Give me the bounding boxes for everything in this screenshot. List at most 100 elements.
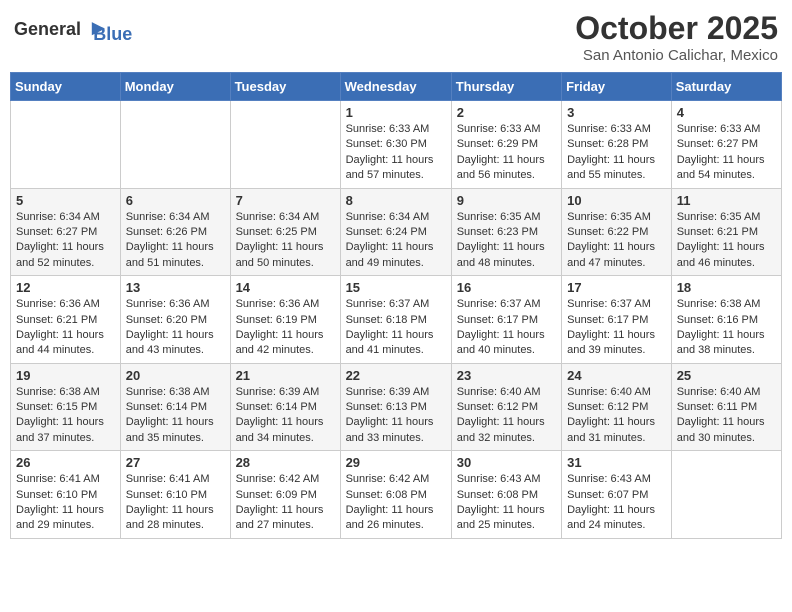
page-header: General ► Blue October 2025 San Antonio … bbox=[10, 10, 782, 64]
calendar-day-header: Sunday bbox=[11, 73, 121, 101]
calendar-week-row: 12 Sunrise: 6:36 AMSunset: 6:21 PMDayligh… bbox=[11, 276, 782, 364]
calendar-day-header: Monday bbox=[120, 73, 230, 101]
calendar-day-cell: 16Sunrise: 6:37 AMSunset: 6:17 PMDayligh… bbox=[451, 276, 561, 364]
day-info: Sunrise: 6:34 AMSunset: 6:25 PMDaylight:… bbox=[236, 210, 335, 272]
day-info: Sunrise: 6:36 AMSunset: 6:19 PMDaylight:… bbox=[236, 297, 335, 359]
calendar-day-cell: 27Sunrise: 6:41 AMSunset: 6:10 PMDayligh… bbox=[120, 451, 230, 539]
location-title: San Antonio Calichar, Mexico bbox=[575, 47, 778, 64]
calendar-day-header: Wednesday bbox=[340, 73, 451, 101]
calendar-day-header: Friday bbox=[562, 73, 672, 101]
calendar-day-cell: 11 Sunrise: 6:35 AMSunset: 6:21 PMDayligh… bbox=[671, 188, 781, 276]
day-info: Sunrise: 6:34 AMSunset: 6:26 PMDaylight:… bbox=[126, 210, 225, 272]
day-number: 15 bbox=[346, 280, 446, 295]
day-info: Sunrise: 6:37 AMSunset: 6:17 PMDaylight:… bbox=[567, 297, 666, 359]
day-info: Sunrise: 6:33 AMSunset: 6:28 PMDaylight:… bbox=[567, 122, 666, 184]
day-number: 1 bbox=[346, 105, 446, 120]
day-number: 27 bbox=[126, 455, 225, 470]
day-number: 14 bbox=[236, 280, 335, 295]
day-info: Sunrise: 6:40 AMSunset: 6:11 PMDaylight:… bbox=[677, 385, 776, 447]
calendar-week-row: 19 Sunrise: 6:38 AMSunset: 6:15 PMDayligh… bbox=[11, 363, 782, 451]
calendar-week-row: 1 Sunrise: 6:33 AMSunset: 6:30 PMDaylight… bbox=[11, 101, 782, 189]
day-info: Sunrise: 6:38 AMSunset: 6:16 PMDaylight:… bbox=[677, 297, 776, 359]
calendar-day-cell: 4 Sunrise: 6:33 AMSunset: 6:27 PMDaylight… bbox=[671, 101, 781, 189]
day-info: Sunrise: 6:41 AMSunset: 6:10 PMDaylight:… bbox=[16, 472, 115, 534]
calendar-day-cell: 25 Sunrise: 6:40 AMSunset: 6:11 PMDayligh… bbox=[671, 363, 781, 451]
calendar-day-cell bbox=[11, 101, 121, 189]
day-info: Sunrise: 6:43 AMSunset: 6:08 PMDaylight:… bbox=[457, 472, 556, 534]
logo-general: General bbox=[14, 19, 81, 39]
day-number: 25 bbox=[677, 368, 776, 383]
calendar-week-row: 5 Sunrise: 6:34 AMSunset: 6:27 PMDaylight… bbox=[11, 188, 782, 276]
day-info: Sunrise: 6:42 AMSunset: 6:09 PMDaylight:… bbox=[236, 472, 335, 534]
calendar-week-row: 26 Sunrise: 6:41 AMSunset: 6:10 PMDayligh… bbox=[11, 451, 782, 539]
day-number: 23 bbox=[457, 368, 556, 383]
calendar-day-cell: 9 Sunrise: 6:35 AMSunset: 6:23 PMDaylight… bbox=[451, 188, 561, 276]
day-info: Sunrise: 6:38 AMSunset: 6:14 PMDaylight:… bbox=[126, 385, 225, 447]
calendar-day-cell: 31 Sunrise: 6:43 AMSunset: 6:07 PMDayligh… bbox=[562, 451, 672, 539]
day-info: Sunrise: 6:40 AMSunset: 6:12 PMDaylight:… bbox=[567, 385, 666, 447]
calendar-day-cell: 14 Sunrise: 6:36 AMSunset: 6:19 PMDayligh… bbox=[230, 276, 340, 364]
calendar-day-header: Thursday bbox=[451, 73, 561, 101]
day-number: 17 bbox=[567, 280, 666, 295]
day-info: Sunrise: 6:37 AMSunset: 6:18 PMDaylight:… bbox=[346, 297, 446, 359]
month-title: October 2025 bbox=[575, 10, 778, 47]
calendar-day-cell bbox=[230, 101, 340, 189]
day-number: 8 bbox=[346, 193, 446, 208]
day-number: 4 bbox=[677, 105, 776, 120]
day-number: 19 bbox=[16, 368, 115, 383]
day-number: 5 bbox=[16, 193, 115, 208]
day-number: 2 bbox=[457, 105, 556, 120]
calendar-day-cell: 23 Sunrise: 6:40 AMSunset: 6:12 PMDayligh… bbox=[451, 363, 561, 451]
calendar-day-cell: 7 Sunrise: 6:34 AMSunset: 6:25 PMDaylight… bbox=[230, 188, 340, 276]
day-info: Sunrise: 6:33 AMSunset: 6:29 PMDaylight:… bbox=[457, 122, 556, 184]
day-number: 12 bbox=[16, 280, 115, 295]
day-number: 7 bbox=[236, 193, 335, 208]
calendar-day-cell: 1 Sunrise: 6:33 AMSunset: 6:30 PMDaylight… bbox=[340, 101, 451, 189]
day-number: 11 bbox=[677, 193, 776, 208]
calendar-day-header: Tuesday bbox=[230, 73, 340, 101]
day-number: 10 bbox=[567, 193, 666, 208]
day-info: Sunrise: 6:33 AMSunset: 6:30 PMDaylight:… bbox=[346, 122, 446, 184]
day-number: 30 bbox=[457, 455, 556, 470]
day-info: Sunrise: 6:36 AMSunset: 6:21 PMDaylight:… bbox=[16, 297, 115, 359]
calendar-day-cell: 24 Sunrise: 6:40 AMSunset: 6:12 PMDayligh… bbox=[562, 363, 672, 451]
calendar-day-cell: 17 Sunrise: 6:37 AMSunset: 6:17 PMDayligh… bbox=[562, 276, 672, 364]
day-info: Sunrise: 6:40 AMSunset: 6:12 PMDaylight:… bbox=[457, 385, 556, 447]
day-info: Sunrise: 6:39 AMSunset: 6:14 PMDaylight:… bbox=[236, 385, 335, 447]
day-number: 29 bbox=[346, 455, 446, 470]
calendar-day-cell: 6 Sunrise: 6:34 AMSunset: 6:26 PMDaylight… bbox=[120, 188, 230, 276]
day-number: 26 bbox=[16, 455, 115, 470]
calendar-day-cell: 13Sunrise: 6:36 AMSunset: 6:20 PMDayligh… bbox=[120, 276, 230, 364]
day-number: 31 bbox=[567, 455, 666, 470]
day-info: Sunrise: 6:33 AMSunset: 6:27 PMDaylight:… bbox=[677, 122, 776, 184]
title-block: October 2025 San Antonio Calichar, Mexic… bbox=[575, 10, 778, 64]
day-number: 24 bbox=[567, 368, 666, 383]
calendar-day-cell: 19 Sunrise: 6:38 AMSunset: 6:15 PMDayligh… bbox=[11, 363, 121, 451]
day-info: Sunrise: 6:35 AMSunset: 6:21 PMDaylight:… bbox=[677, 210, 776, 272]
day-number: 20 bbox=[126, 368, 225, 383]
calendar-day-cell: 26 Sunrise: 6:41 AMSunset: 6:10 PMDayligh… bbox=[11, 451, 121, 539]
day-number: 6 bbox=[126, 193, 225, 208]
calendar-day-header: Saturday bbox=[671, 73, 781, 101]
day-number: 18 bbox=[677, 280, 776, 295]
calendar-header-row: SundayMondayTuesdayWednesdayThursdayFrid… bbox=[11, 73, 782, 101]
day-info: Sunrise: 6:38 AMSunset: 6:15 PMDaylight:… bbox=[16, 385, 115, 447]
calendar-day-cell: 21Sunrise: 6:39 AMSunset: 6:14 PMDayligh… bbox=[230, 363, 340, 451]
day-info: Sunrise: 6:43 AMSunset: 6:07 PMDaylight:… bbox=[567, 472, 666, 534]
calendar-day-cell: 2 Sunrise: 6:33 AMSunset: 6:29 PMDaylight… bbox=[451, 101, 561, 189]
day-info: Sunrise: 6:34 AMSunset: 6:24 PMDaylight:… bbox=[346, 210, 446, 272]
day-number: 3 bbox=[567, 105, 666, 120]
calendar-table: SundayMondayTuesdayWednesdayThursdayFrid… bbox=[10, 72, 782, 539]
calendar-day-cell: 12 Sunrise: 6:36 AMSunset: 6:21 PMDayligh… bbox=[11, 276, 121, 364]
calendar-day-cell: 18 Sunrise: 6:38 AMSunset: 6:16 PMDayligh… bbox=[671, 276, 781, 364]
day-info: Sunrise: 6:35 AMSunset: 6:23 PMDaylight:… bbox=[457, 210, 556, 272]
day-info: Sunrise: 6:34 AMSunset: 6:27 PMDaylight:… bbox=[16, 210, 115, 272]
day-info: Sunrise: 6:42 AMSunset: 6:08 PMDaylight:… bbox=[346, 472, 446, 534]
day-info: Sunrise: 6:35 AMSunset: 6:22 PMDaylight:… bbox=[567, 210, 666, 272]
calendar-day-cell: 3 Sunrise: 6:33 AMSunset: 6:28 PMDaylight… bbox=[562, 101, 672, 189]
day-info: Sunrise: 6:36 AMSunset: 6:20 PMDaylight:… bbox=[126, 297, 225, 359]
day-number: 9 bbox=[457, 193, 556, 208]
calendar-day-cell bbox=[120, 101, 230, 189]
day-number: 28 bbox=[236, 455, 335, 470]
calendar-day-cell: 5 Sunrise: 6:34 AMSunset: 6:27 PMDaylight… bbox=[11, 188, 121, 276]
